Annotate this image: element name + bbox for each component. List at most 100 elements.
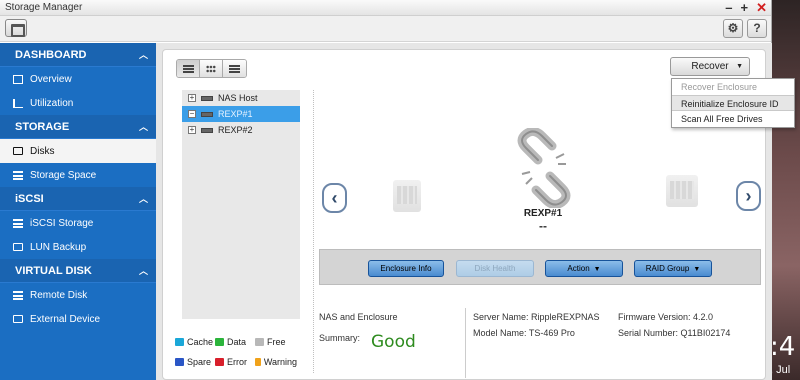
minimize-button[interactable]: – <box>725 0 732 15</box>
recover-button[interactable]: Recover ▼ <box>670 57 750 76</box>
stack-icon <box>13 218 23 228</box>
sidebar-item-utilization[interactable]: Utilization <box>0 91 156 115</box>
menu-item-reinitialize-enclosure-id[interactable]: Reinitialize Enclosure ID <box>672 95 794 111</box>
caret-down-icon: ▼ <box>693 266 701 273</box>
divider <box>313 90 314 373</box>
gear-icon[interactable]: ⚙ <box>723 19 743 38</box>
help-button[interactable]: ? <box>747 19 767 38</box>
disk-icon <box>13 315 23 323</box>
caret-down-icon: ▼ <box>736 63 743 70</box>
section-label: STORAGE <box>15 120 70 133</box>
disk-color-icon <box>175 358 184 366</box>
sidebar-item-remote-disk[interactable]: Remote Disk <box>0 283 156 307</box>
expand-icon[interactable]: + <box>188 126 196 134</box>
grid-icon <box>13 74 23 84</box>
summary-value: Good <box>371 332 416 352</box>
server-name: Server Name: RippleREXPNAS <box>473 312 600 322</box>
sidebar-section-dashboard[interactable]: DASHBOARD ︿ <box>0 43 156 67</box>
close-button[interactable]: ✕ <box>756 0 767 15</box>
sidebar-item-label: Disks <box>30 145 55 157</box>
legend-item-free: Free <box>255 337 297 347</box>
sidebar-item-label: External Device <box>30 313 101 325</box>
divider <box>465 308 466 378</box>
disk-color-icon <box>255 338 264 346</box>
sidebar-item-disks[interactable]: Disks <box>0 139 156 163</box>
disk-health-button: Disk Health <box>456 260 534 277</box>
stack-icon <box>13 290 23 300</box>
disk-color-icon <box>215 338 224 346</box>
recover-label: Recover <box>691 61 729 72</box>
title-bar: Storage Manager – + ✕ <box>0 0 771 16</box>
next-arrow-button[interactable]: › <box>736 181 761 211</box>
view-toggle <box>176 59 247 78</box>
tree-item-nas-host[interactable]: + NAS Host <box>182 90 300 106</box>
legend-item-cache: Cache <box>175 337 215 347</box>
sidebar-item-overview[interactable]: Overview <box>0 67 156 91</box>
section-label: DASHBOARD <box>15 48 87 61</box>
sidebar-item-label: Overview <box>30 73 72 85</box>
nas-enclosure-heading: NAS and Enclosure <box>319 312 398 322</box>
disks-panel: Recover ▼ Recover Enclosure Reinitialize… <box>162 49 795 380</box>
collapse-icon[interactable]: − <box>188 110 196 118</box>
expand-icon[interactable]: + <box>188 94 196 102</box>
window-controls: – + ✕ <box>725 0 767 15</box>
caret-down-icon: ▼ <box>593 266 601 273</box>
legend-label: Free <box>267 337 286 347</box>
enclosure-name: REXP#1 <box>523 208 563 219</box>
action-label: Action <box>567 264 590 273</box>
action-bar: Enclosure Info Disk Health Action ▼ RAID … <box>319 249 761 285</box>
chevron-up-icon: ︿ <box>138 50 148 60</box>
detail-view-button[interactable] <box>223 60 246 77</box>
sidebar-item-storage-space[interactable]: Storage Space <box>0 163 156 187</box>
raid-group-dropdown-button[interactable]: RAID Group ▼ <box>634 260 712 277</box>
storage-manager-window: Storage Manager – + ✕ ⚙ ? DASHBOARD ︿ Ov… <box>0 0 795 380</box>
sidebar-item-label: Remote Disk <box>30 289 88 301</box>
app-menu-icon[interactable] <box>5 19 27 37</box>
sidebar-item-label: iSCSI Storage <box>30 217 94 229</box>
disk-color-icon <box>215 358 224 366</box>
sidebar-item-label: LUN Backup <box>30 241 87 253</box>
nas-device-image <box>393 180 421 212</box>
menu-item-recover-enclosure: Recover Enclosure <box>681 82 758 92</box>
enclosure-info-button[interactable]: Enclosure Info <box>368 260 444 277</box>
device-icon <box>201 127 213 133</box>
legend-item-data: Data <box>215 337 255 347</box>
legend-label: Cache <box>187 337 214 347</box>
enclosure-device-image <box>666 175 698 207</box>
legend-label: Data <box>227 337 247 347</box>
firmware-version: Firmware Version: 4.2.0 <box>618 312 714 322</box>
menu-item-scan-all-free-drives[interactable]: Scan All Free Drives <box>672 111 794 127</box>
chevron-up-icon: ︿ <box>138 266 148 276</box>
disk-color-icon <box>255 358 261 366</box>
window-title: Storage Manager <box>5 2 83 13</box>
enclosure-status: -- <box>539 219 547 233</box>
disk-color-icon <box>175 338 184 346</box>
list-icon <box>182 64 194 73</box>
tree-item-rexp2[interactable]: + REXP#2 <box>182 122 300 138</box>
desktop-clock: :4 <box>770 332 796 362</box>
legend-item-error: Error <box>215 357 255 367</box>
sidebar-item-lun-backup[interactable]: LUN Backup <box>0 235 156 259</box>
summary-label: Summary: <box>319 333 361 343</box>
action-dropdown-button[interactable]: Action ▼ <box>545 260 623 277</box>
broken-link-icon <box>517 128 571 208</box>
list-view-button[interactable] <box>177 60 200 77</box>
main-content: Recover ▼ Recover Enclosure Reinitialize… <box>156 43 795 380</box>
previous-arrow-button[interactable]: ‹ <box>322 183 347 213</box>
sidebar-section-virtual-disk[interactable]: VIRTUAL DISK ︿ <box>0 259 156 283</box>
legend-label: Spare <box>187 357 212 367</box>
sidebar-item-external-device[interactable]: External Device <box>0 307 156 331</box>
chart-icon <box>13 98 23 108</box>
tree-item-rexp1[interactable]: − REXP#1 <box>182 106 300 122</box>
model-name: Model Name: TS-469 Pro <box>473 328 575 338</box>
sidebar-item-label: Utilization <box>30 97 74 109</box>
legend-label: Error <box>227 357 247 367</box>
sidebar-item-iscsi-storage[interactable]: iSCSI Storage <box>0 211 156 235</box>
legend-label: Warning <box>263 357 297 367</box>
maximize-button[interactable]: + <box>741 0 749 15</box>
disk-icon <box>13 147 23 155</box>
stack-icon <box>13 170 23 180</box>
grid-view-button[interactable] <box>200 60 223 77</box>
sidebar-section-iscsi[interactable]: iSCSI ︿ <box>0 187 156 211</box>
sidebar-section-storage[interactable]: STORAGE ︿ <box>0 115 156 139</box>
